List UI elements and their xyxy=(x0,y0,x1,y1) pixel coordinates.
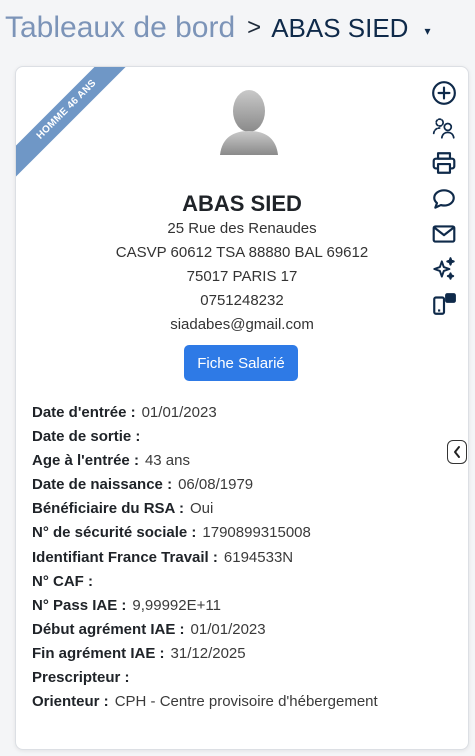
detail-value: 6194533N xyxy=(223,548,294,566)
detail-value: 43 ans xyxy=(144,452,190,470)
detail-label: Age à l'entrée : xyxy=(32,452,139,470)
avatar xyxy=(220,90,278,155)
add-circle-icon xyxy=(432,81,456,105)
breadcrumb-current: ABAS SIED xyxy=(271,12,409,43)
detail-value: 01/01/2023 xyxy=(190,620,266,638)
detail-label: Date de naissance : xyxy=(32,476,173,494)
address-line-1: 25 Rue des Renaudes xyxy=(167,220,317,237)
contacts-button[interactable] xyxy=(430,114,458,142)
detail-row: Date de sortie : xyxy=(32,425,452,449)
breadcrumb-dropdown-caret-icon[interactable]: ▾ xyxy=(424,24,430,38)
devices-button[interactable] xyxy=(430,290,458,318)
print-button[interactable] xyxy=(430,149,458,177)
detail-row: Identifiant France Travail : 6194533N xyxy=(32,546,452,570)
detail-row: N° Pass IAE : 9,99992E+11 xyxy=(32,594,452,618)
action-toolbar xyxy=(430,79,462,325)
detail-row: Date d'entrée : 01/01/2023 xyxy=(32,401,452,425)
collapse-panel-button[interactable] xyxy=(447,440,467,464)
detail-label: N° de sécurité sociale : xyxy=(32,524,197,542)
detail-row: Prescripteur : xyxy=(32,666,452,690)
detail-label: Orienteur : xyxy=(32,693,109,711)
fiche-salarie-button[interactable]: Fiche Salarié xyxy=(184,345,298,381)
detail-row: Orienteur : CPH - Centre provisoire d'héb… xyxy=(32,690,452,714)
detail-row: Fin agrément IAE : 31/12/2025 xyxy=(32,642,452,666)
detail-row: Date de naissance : 06/08/1979 xyxy=(32,473,452,497)
detail-value: 9,99992E+11 xyxy=(132,596,221,614)
detail-label: N° Pass IAE : xyxy=(32,596,127,614)
mail-icon xyxy=(432,225,456,243)
detail-row: N° de sécurité sociale : 1790899315008 xyxy=(32,521,452,545)
ai-button[interactable] xyxy=(430,255,458,283)
devices-icon xyxy=(433,293,456,315)
detail-label: Date de sortie : xyxy=(32,428,141,446)
sparkles-icon xyxy=(433,257,455,280)
ribbon-container: HOMME 46 ANS xyxy=(16,67,126,177)
detail-label: N° CAF : xyxy=(32,572,93,590)
employee-card: HOMME 46 ANS ABAS SIED 25 Rue des Renaud… xyxy=(15,66,469,750)
printer-icon xyxy=(432,152,456,175)
detail-value: 06/08/1979 xyxy=(178,476,254,494)
address-line-2: CASVP 60612 TSA 88880 BAL 69612 xyxy=(115,244,369,261)
detail-row: Début agrément IAE : 01/01/2023 xyxy=(32,618,452,642)
employee-details: Date d'entrée : 01/01/2023 Date de sortie… xyxy=(32,401,452,714)
gender-age-ribbon: HOMME 46 ANS xyxy=(16,67,126,177)
chat-icon xyxy=(433,188,455,209)
detail-value: Oui xyxy=(189,500,214,518)
detail-label: Date d'entrée : xyxy=(32,404,136,421)
phone-number: 0751248232 xyxy=(200,292,284,309)
breadcrumb-dashboards-link[interactable]: Tableaux de bord xyxy=(5,11,235,45)
comment-button[interactable] xyxy=(430,185,458,213)
detail-row: N° CAF : xyxy=(32,570,452,594)
breadcrumb: Tableaux de bord > ABAS SIED ▾ xyxy=(5,8,431,48)
detail-value: 31/12/2025 xyxy=(170,644,246,662)
add-button[interactable] xyxy=(430,79,458,107)
detail-label: Début agrément IAE : xyxy=(32,620,185,638)
detail-label: Identifiant France Travail : xyxy=(32,548,218,566)
detail-value: 1790899315008 xyxy=(202,524,311,542)
detail-label: Bénéficiaire du RSA : xyxy=(32,500,184,518)
detail-value: 01/01/2023 xyxy=(141,404,217,421)
detail-label: Fin agrément IAE : xyxy=(32,644,165,662)
detail-label: Prescripteur : xyxy=(32,669,130,687)
breadcrumb-separator: > xyxy=(247,14,262,41)
detail-row: Age à l'entrée : 43 ans xyxy=(32,449,452,473)
detail-row: Bénéficiaire du RSA : Oui xyxy=(32,497,452,521)
employee-name: ABAS SIED xyxy=(182,191,302,216)
users-icon xyxy=(432,118,455,139)
address-line-3: 75017 PARIS 17 xyxy=(186,268,298,285)
email-address: siadabes@gmail.com xyxy=(170,316,314,333)
email-button[interactable] xyxy=(430,220,458,248)
chevron-left-icon xyxy=(454,446,460,458)
detail-value: CPH - Centre provisoire d'hébergement xyxy=(114,693,378,711)
